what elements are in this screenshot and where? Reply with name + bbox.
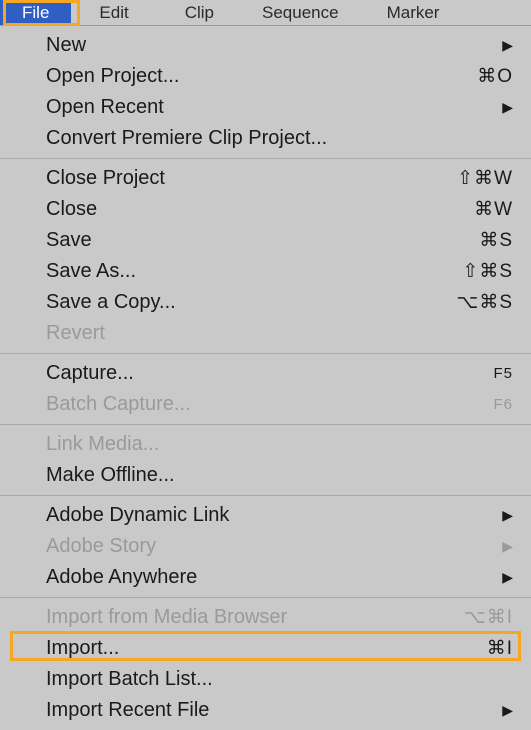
menu-item-close-project[interactable]: Close Project ⇧⌘W bbox=[0, 163, 531, 194]
submenu-arrow-icon: ▶ bbox=[502, 507, 513, 524]
menu-item-import[interactable]: Import... ⌘I bbox=[0, 633, 531, 664]
menu-item-shortcut: ⌘S bbox=[479, 229, 513, 252]
menu-item-label: Import... bbox=[46, 637, 467, 660]
menu-item-adobe-anywhere[interactable]: Adobe Anywhere ▶ bbox=[0, 562, 531, 593]
menu-item-link-media: Link Media... bbox=[0, 429, 531, 460]
menu-item-label: Open Project... bbox=[46, 65, 457, 88]
menu-item-label: Convert Premiere Clip Project... bbox=[46, 127, 513, 150]
menu-item-label: Import Recent File bbox=[46, 699, 502, 722]
menu-item-make-offline[interactable]: Make Offline... bbox=[0, 460, 531, 491]
menu-item-shortcut: ⌘O bbox=[477, 65, 513, 88]
menu-separator bbox=[0, 495, 531, 496]
menu-item-shortcut: F5 bbox=[493, 365, 513, 382]
submenu-arrow-icon: ▶ bbox=[502, 538, 513, 555]
menu-item-label: Adobe Dynamic Link bbox=[46, 504, 502, 527]
menu-separator bbox=[0, 353, 531, 354]
menu-item-label: Save a Copy... bbox=[46, 291, 436, 314]
menu-item-shortcut: ⌥⌘I bbox=[464, 606, 513, 629]
menu-item-label: Revert bbox=[46, 322, 513, 345]
menubar-sequence[interactable]: Sequence bbox=[248, 0, 353, 25]
submenu-arrow-icon: ▶ bbox=[502, 99, 513, 116]
menubar: File Edit Clip Sequence Marker bbox=[0, 0, 531, 26]
menu-item-label: Adobe Story bbox=[46, 535, 502, 558]
menu-separator bbox=[0, 597, 531, 598]
menu-item-label: Open Recent bbox=[46, 96, 502, 119]
submenu-arrow-icon: ▶ bbox=[502, 569, 513, 586]
menu-item-batch-capture: Batch Capture... F6 bbox=[0, 389, 531, 420]
menu-item-label: Batch Capture... bbox=[46, 393, 473, 416]
submenu-arrow-icon: ▶ bbox=[502, 37, 513, 54]
menu-item-revert: Revert bbox=[0, 318, 531, 349]
menu-item-shortcut: ⌘I bbox=[487, 637, 513, 660]
menu-separator bbox=[0, 424, 531, 425]
menu-item-shortcut: F6 bbox=[493, 396, 513, 413]
menubar-edit[interactable]: Edit bbox=[85, 0, 142, 25]
menu-item-label: Make Offline... bbox=[46, 464, 513, 487]
menu-item-save[interactable]: Save ⌘S bbox=[0, 225, 531, 256]
menu-item-adobe-story: Adobe Story ▶ bbox=[0, 531, 531, 562]
menu-item-label: Save bbox=[46, 229, 459, 252]
menu-item-adobe-dynamic-link[interactable]: Adobe Dynamic Link ▶ bbox=[0, 500, 531, 531]
menu-item-label: Adobe Anywhere bbox=[46, 566, 502, 589]
menu-item-label: Close bbox=[46, 198, 454, 221]
menu-item-shortcut: ⇧⌘W bbox=[457, 167, 513, 190]
file-menu-dropdown: New ▶ Open Project... ⌘O Open Recent ▶ C… bbox=[0, 26, 531, 730]
menu-item-new[interactable]: New ▶ bbox=[0, 30, 531, 61]
menu-separator bbox=[0, 158, 531, 159]
menu-item-close[interactable]: Close ⌘W bbox=[0, 194, 531, 225]
menu-item-open-project[interactable]: Open Project... ⌘O bbox=[0, 61, 531, 92]
menu-item-import-batch-list[interactable]: Import Batch List... bbox=[0, 664, 531, 695]
menu-item-label: Import from Media Browser bbox=[46, 606, 444, 629]
menu-item-label: Capture... bbox=[46, 362, 473, 385]
menu-item-convert-premiere-clip[interactable]: Convert Premiere Clip Project... bbox=[0, 123, 531, 154]
menu-item-capture[interactable]: Capture... F5 bbox=[0, 358, 531, 389]
submenu-arrow-icon: ▶ bbox=[502, 702, 513, 719]
menu-item-label: Close Project bbox=[46, 167, 437, 190]
menubar-clip[interactable]: Clip bbox=[171, 0, 228, 25]
menu-item-shortcut: ⌥⌘S bbox=[456, 291, 513, 314]
menu-item-label: Link Media... bbox=[46, 433, 513, 456]
menu-item-import-from-media-browser: Import from Media Browser ⌥⌘I bbox=[0, 602, 531, 633]
menu-item-import-recent-file[interactable]: Import Recent File ▶ bbox=[0, 695, 531, 726]
menu-item-label: Import Batch List... bbox=[46, 668, 513, 691]
menu-item-label: New bbox=[46, 34, 502, 57]
menu-item-save-as[interactable]: Save As... ⇧⌘S bbox=[0, 256, 531, 287]
menubar-file[interactable]: File bbox=[0, 0, 71, 25]
menubar-marker[interactable]: Marker bbox=[373, 0, 454, 25]
menu-item-open-recent[interactable]: Open Recent ▶ bbox=[0, 92, 531, 123]
menu-item-shortcut: ⌘W bbox=[474, 198, 513, 221]
menu-item-save-a-copy[interactable]: Save a Copy... ⌥⌘S bbox=[0, 287, 531, 318]
menu-item-shortcut: ⇧⌘S bbox=[462, 260, 513, 283]
menu-item-label: Save As... bbox=[46, 260, 442, 283]
